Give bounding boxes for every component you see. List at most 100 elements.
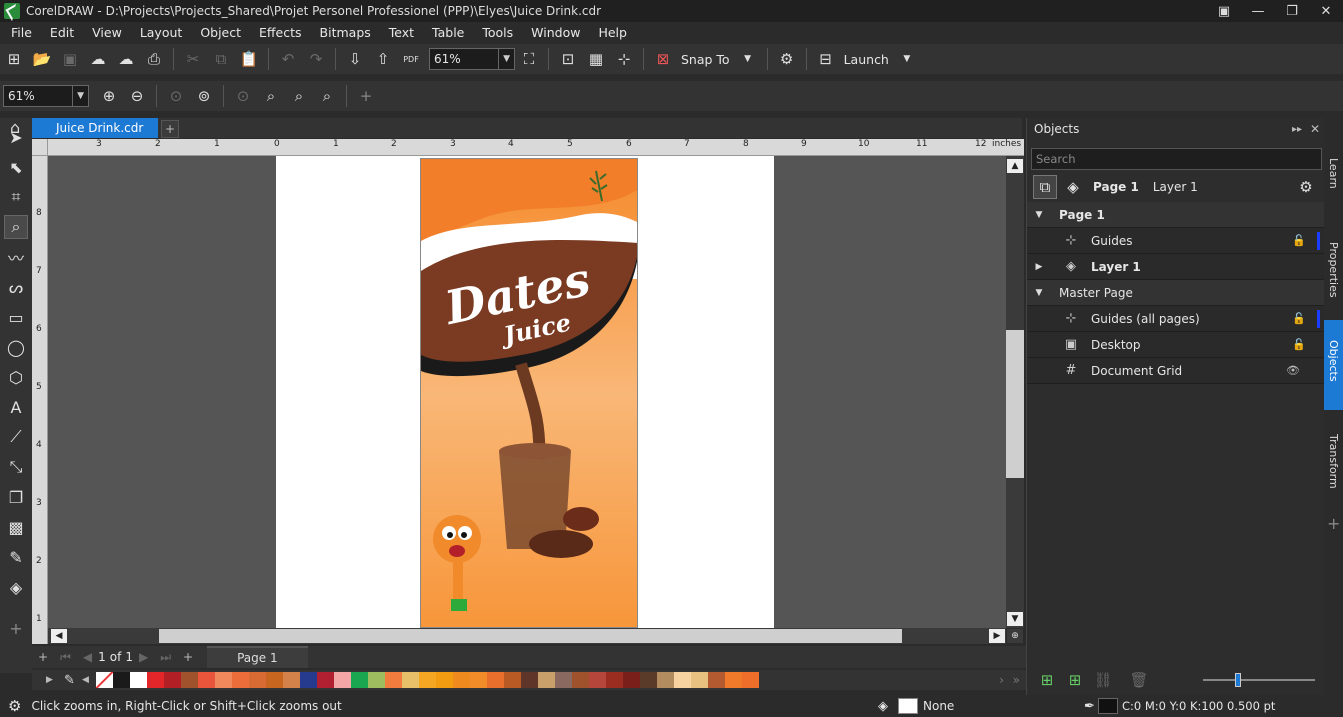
color-swatch[interactable] (606, 672, 623, 688)
lock-icon[interactable]: 🔓 (1292, 338, 1306, 351)
freehand-tool-icon[interactable]: 〰 (4, 245, 28, 269)
zoom-tool-icon[interactable]: ⌕ (4, 215, 28, 239)
open-icon[interactable]: 📂 (30, 47, 54, 71)
vertical-ruler[interactable]: 8 7 6 5 4 3 2 1 (32, 156, 48, 644)
add-page-after-icon[interactable]: + (177, 650, 199, 664)
full-screen-preview-icon[interactable]: ⛶ (517, 47, 541, 71)
paste-icon[interactable]: 📋 (237, 47, 261, 71)
color-swatch[interactable] (674, 672, 691, 688)
dimension-tool-icon[interactable]: ⟋ (4, 425, 28, 449)
menu-table[interactable]: Table (423, 25, 473, 40)
color-swatch[interactable] (708, 672, 725, 688)
docker-expand-icon[interactable]: ▸▸ (1292, 124, 1302, 135)
restore-panel-icon[interactable]: ▣ (1207, 0, 1241, 22)
zoom-to-selected-icon[interactable]: ⊙ (164, 84, 188, 108)
add-tool-icon[interactable]: + (4, 616, 28, 640)
tree-row-document-grid[interactable]: # Document Grid 👁 (1027, 358, 1324, 384)
vertical-scrollbar-thumb[interactable] (1006, 330, 1024, 478)
zoom-navigator-icon[interactable]: ⊕ (1007, 629, 1023, 643)
new-layer-icon[interactable]: ⊞ (1035, 668, 1059, 692)
snap-to-button[interactable]: Snap To (677, 52, 734, 67)
menu-view[interactable]: View (83, 25, 131, 40)
chevron-down-icon[interactable]: ▼ (895, 47, 919, 71)
color-swatch[interactable] (453, 672, 470, 688)
zoom-combo[interactable]: 61% ▼ (3, 85, 89, 107)
color-swatch[interactable] (725, 672, 742, 688)
tab-properties[interactable]: Properties (1324, 222, 1343, 318)
prev-page-icon[interactable]: ◀ (77, 650, 98, 664)
new-tab-button[interactable]: + (161, 120, 179, 138)
color-swatch[interactable] (742, 672, 759, 688)
menu-file[interactable]: File (0, 25, 41, 40)
tree-row-guides-all[interactable]: ⊹ Guides (all pages) 🔓 (1027, 306, 1324, 332)
juice-label-design[interactable]: Dates Juice (420, 158, 638, 628)
zoom-in-icon[interactable]: ⊕ (97, 84, 121, 108)
status-gear-icon[interactable]: ⚙ (8, 697, 21, 715)
new-master-layer-icon[interactable]: ⊞ (1063, 668, 1087, 692)
horizontal-ruler[interactable]: 3 2 1 0 1 2 3 4 5 6 7 8 9 10 11 12 inche… (48, 139, 1024, 156)
add-page-icon[interactable]: + (32, 650, 54, 664)
import-icon[interactable]: ⇩ (343, 47, 367, 71)
drop-shadow-tool-icon[interactable]: ❐ (4, 485, 28, 509)
rectangle-tool-icon[interactable]: ▭ (4, 305, 28, 329)
menu-effects[interactable]: Effects (250, 25, 311, 40)
next-page-icon[interactable]: ▶ (133, 650, 154, 664)
color-swatch[interactable] (623, 672, 640, 688)
close-button[interactable]: ✕ (1309, 0, 1343, 22)
transparency-tool-icon[interactable]: ▩ (4, 515, 28, 539)
tree-row-guides[interactable]: ⊹ Guides 🔓 (1027, 228, 1324, 254)
show-guidelines-icon[interactable]: ⊹ (612, 47, 636, 71)
color-swatch[interactable] (487, 672, 504, 688)
menu-tools[interactable]: Tools (473, 25, 522, 40)
delete-icon[interactable]: 🗑 (1127, 668, 1151, 692)
color-swatch[interactable] (232, 672, 249, 688)
fill-swatch-none[interactable] (898, 698, 918, 714)
color-swatch[interactable] (147, 672, 164, 688)
color-swatch[interactable] (555, 672, 572, 688)
palette-menu-icon[interactable]: ▶ (46, 675, 53, 685)
drawing-canvas[interactable]: Dates Juice (48, 156, 1006, 628)
add-icon[interactable]: + (354, 84, 378, 108)
chevron-down-icon[interactable]: ▼ (736, 47, 760, 71)
tab-learn[interactable]: Learn (1324, 138, 1343, 218)
scroll-left-icon[interactable]: ◀ (51, 629, 67, 643)
launch-icon[interactable]: ⊟ (814, 47, 838, 71)
scroll-up-icon[interactable]: ▲ (1007, 159, 1023, 173)
collapse-arrow-icon[interactable]: ▼ (1027, 288, 1051, 298)
color-swatch[interactable] (504, 672, 521, 688)
cut-icon[interactable]: ✂ (181, 47, 205, 71)
outline-pen-icon[interactable]: ✒ (1084, 699, 1095, 714)
text-tool-icon[interactable]: A (4, 395, 28, 419)
show-grid-icon[interactable]: ▦ (584, 47, 608, 71)
zoom-slider-thumb[interactable] (1235, 673, 1241, 687)
color-swatch[interactable] (385, 672, 402, 688)
color-swatch[interactable] (589, 672, 606, 688)
docker-close-icon[interactable]: ✕ (1310, 122, 1320, 136)
color-swatch[interactable] (198, 672, 215, 688)
crop-tool-icon[interactable]: ⌗ (4, 185, 28, 209)
print-icon[interactable]: ⎙ (142, 47, 166, 71)
color-swatch[interactable] (351, 672, 368, 688)
color-swatch[interactable] (368, 672, 385, 688)
scroll-down-icon[interactable]: ▼ (1007, 612, 1023, 626)
color-swatch[interactable] (130, 672, 147, 688)
export-icon[interactable]: ⇧ (371, 47, 395, 71)
launch-button[interactable]: Launch (840, 52, 893, 67)
menu-bitmaps[interactable]: Bitmaps (311, 25, 380, 40)
color-swatch[interactable] (521, 672, 538, 688)
menu-text[interactable]: Text (380, 25, 423, 40)
zoom-level-combo[interactable]: 61% ▼ (429, 48, 515, 70)
zoom-to-page-height-icon[interactable]: ⌕ (287, 84, 311, 108)
undo-icon[interactable]: ↶ (276, 47, 300, 71)
color-swatch[interactable] (436, 672, 453, 688)
link-icon[interactable]: ⛓ (1091, 668, 1115, 692)
color-swatch[interactable] (300, 672, 317, 688)
horizontal-scrollbar-thumb[interactable] (159, 629, 902, 643)
zoom-slider[interactable] (1203, 679, 1315, 681)
color-swatch[interactable] (640, 672, 657, 688)
menu-layout[interactable]: Layout (131, 25, 192, 40)
tree-row-desktop[interactable]: ▣ Desktop 🔓 (1027, 332, 1324, 358)
color-swatch[interactable] (538, 672, 555, 688)
menu-edit[interactable]: Edit (41, 25, 83, 40)
color-swatch[interactable] (181, 672, 198, 688)
